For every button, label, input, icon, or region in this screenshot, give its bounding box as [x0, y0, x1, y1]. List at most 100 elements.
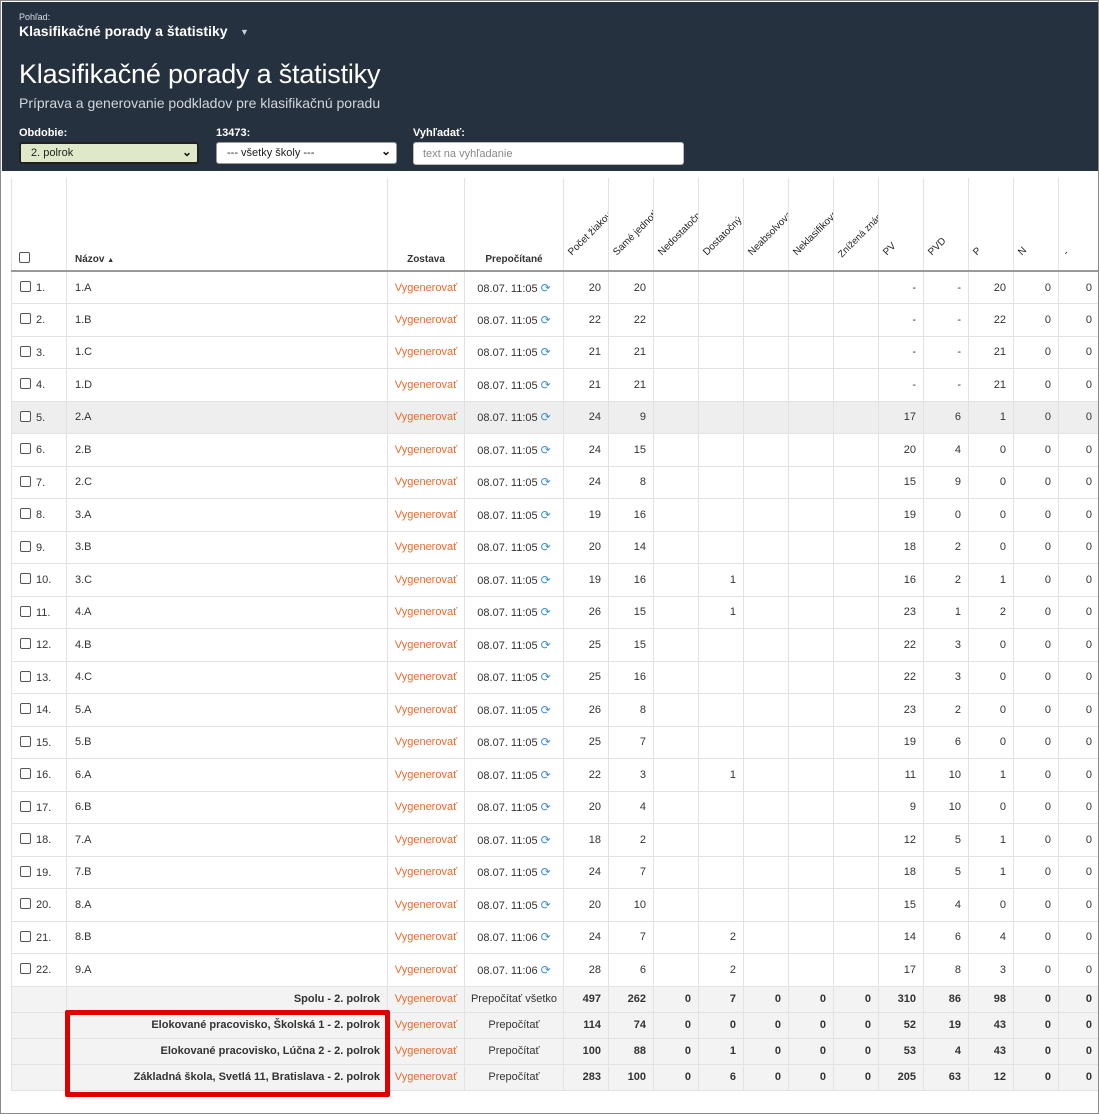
refresh-icon[interactable]: ⟳: [541, 865, 551, 879]
row-select-cell[interactable]: 5.: [11, 400, 67, 434]
table-row[interactable]: 17. 6.B Vygenerovať 08.07. 11:05 ⟳ 20 4 9 10 0 0 0: [11, 790, 1098, 824]
row-select-cell[interactable]: 16.: [11, 758, 67, 792]
row-checkbox[interactable]: [20, 735, 31, 747]
table-row[interactable]: 22. 9.A Vygenerovať 08.07. 11:06 ⟳ 28 6 2 17 8 3 0 0: [11, 953, 1098, 987]
row-checkbox[interactable]: [20, 833, 31, 845]
row-checkbox[interactable]: [20, 313, 31, 325]
table-row[interactable]: 4. 1.D Vygenerovať 08.07. 11:05 ⟳ 21 21- -21 0 0: [11, 368, 1098, 402]
generate-link[interactable]: Vygenerovať: [387, 595, 465, 629]
table-row[interactable]: 16. 6.A Vygenerovať 08.07. 11:05 ⟳ 22 3 1 11 10 1 0…: [11, 758, 1098, 792]
row-select-cell[interactable]: 3.: [11, 335, 67, 369]
row-select-cell[interactable]: 20.: [11, 888, 67, 922]
generate-link[interactable]: Vygenerovať: [387, 498, 465, 532]
refresh-icon[interactable]: ⟳: [541, 573, 551, 587]
refresh-icon[interactable]: ⟳: [541, 345, 551, 359]
generate-link[interactable]: Vygenerovať: [387, 1063, 465, 1091]
row-checkbox[interactable]: [20, 378, 31, 390]
refresh-icon[interactable]: ⟳: [541, 670, 551, 684]
row-select-cell[interactable]: 7.: [11, 465, 67, 499]
table-row[interactable]: 13. 4.C Vygenerovať 08.07. 11:05 ⟳ 25 16 22 3 0 0 0: [11, 660, 1098, 694]
view-switcher[interactable]: Klasifikačné porady a štatistiky: [19, 23, 228, 39]
generate-link[interactable]: Vygenerovať: [387, 920, 465, 954]
row-checkbox[interactable]: [20, 573, 31, 585]
generate-link[interactable]: Vygenerovať: [387, 1037, 465, 1065]
refresh-icon[interactable]: ⟳: [541, 898, 551, 912]
row-checkbox[interactable]: [20, 898, 31, 910]
refresh-icon[interactable]: ⟳: [541, 378, 551, 392]
table-row[interactable]: 11. 4.A Vygenerovať 08.07. 11:05 ⟳ 26 15 1 23 1 2 0…: [11, 595, 1098, 629]
refresh-icon[interactable]: ⟳: [541, 281, 551, 295]
generate-link[interactable]: Vygenerovať: [387, 400, 465, 434]
chevron-down-icon[interactable]: ▼: [240, 27, 249, 37]
row-checkbox[interactable]: [20, 930, 31, 942]
refresh-icon[interactable]: ⟳: [541, 930, 551, 944]
generate-link[interactable]: Vygenerovať: [387, 855, 465, 889]
row-select-cell[interactable]: 2.: [11, 303, 67, 337]
row-select-cell[interactable]: 18.: [11, 823, 67, 857]
row-checkbox[interactable]: [20, 963, 31, 975]
row-checkbox[interactable]: [20, 540, 31, 552]
row-checkbox[interactable]: [20, 865, 31, 877]
refresh-icon[interactable]: ⟳: [541, 703, 551, 717]
select-all-checkbox[interactable]: [19, 252, 30, 263]
row-select-cell[interactable]: 19.: [11, 855, 67, 889]
table-row[interactable]: 21. 8.B Vygenerovať 08.07. 11:06 ⟳ 24 7 2 14 6 4 0 0: [11, 920, 1098, 954]
refresh-icon[interactable]: ⟳: [541, 800, 551, 814]
row-checkbox[interactable]: [20, 508, 31, 520]
refresh-icon[interactable]: ⟳: [541, 833, 551, 847]
table-row[interactable]: 9. 3.B Vygenerovať 08.07. 11:05 ⟳ 20 14 18 2 0 0 0: [11, 530, 1098, 564]
refresh-icon[interactable]: ⟳: [541, 605, 551, 619]
search-input[interactable]: text na vyhľadanie: [413, 142, 684, 165]
refresh-icon[interactable]: ⟳: [541, 508, 551, 522]
row-checkbox[interactable]: [20, 670, 31, 682]
table-row[interactable]: 14. 5.A Vygenerovať 08.07. 11:05 ⟳ 26 8 23 2 0 0 0: [11, 693, 1098, 727]
refresh-icon[interactable]: ⟳: [541, 768, 551, 782]
row-checkbox[interactable]: [20, 475, 31, 487]
generate-link[interactable]: Vygenerovať: [387, 823, 465, 857]
table-row[interactable]: 12. 4.B Vygenerovať 08.07. 11:05 ⟳ 25 15 22 3 0 0 0: [11, 628, 1098, 662]
generate-link[interactable]: Vygenerovať: [387, 530, 465, 564]
row-select-cell[interactable]: 12.: [11, 628, 67, 662]
table-row[interactable]: 5. 2.A Vygenerovať 08.07. 11:05 ⟳ 24 9 17 6 1 0 0: [11, 400, 1098, 434]
refresh-icon[interactable]: ⟳: [541, 638, 551, 652]
generate-link[interactable]: Vygenerovať: [387, 628, 465, 662]
table-row[interactable]: 15. 5.B Vygenerovať 08.07. 11:05 ⟳ 25 7 19 6 0 0 0: [11, 725, 1098, 759]
recalculate-link[interactable]: Prepočítať: [464, 1011, 564, 1039]
generate-link[interactable]: Vygenerovať: [387, 335, 465, 369]
recalculate-link[interactable]: Prepočítať všetko: [464, 985, 564, 1013]
row-checkbox[interactable]: [20, 768, 31, 780]
row-checkbox[interactable]: [20, 345, 31, 357]
row-select-cell[interactable]: 6.: [11, 433, 67, 467]
generate-link[interactable]: Vygenerovať: [387, 985, 465, 1013]
row-checkbox[interactable]: [20, 800, 31, 812]
generate-link[interactable]: Vygenerovať: [387, 433, 465, 467]
generate-link[interactable]: Vygenerovať: [387, 953, 465, 987]
table-row[interactable]: 1. 1.A Vygenerovať 08.07. 11:05 ⟳ 20 20- -20 0 0: [11, 270, 1098, 304]
generate-link[interactable]: Vygenerovať: [387, 303, 465, 337]
row-select-cell[interactable]: 9.: [11, 530, 67, 564]
refresh-icon[interactable]: ⟳: [541, 963, 551, 977]
row-checkbox[interactable]: [20, 605, 31, 617]
row-select-cell[interactable]: 13.: [11, 660, 67, 694]
generate-link[interactable]: Vygenerovať: [387, 465, 465, 499]
refresh-icon[interactable]: ⟳: [541, 313, 551, 327]
table-row[interactable]: 7. 2.C Vygenerovať 08.07. 11:05 ⟳ 24 8 15 9 0 0 0: [11, 465, 1098, 499]
row-select-cell[interactable]: 14.: [11, 693, 67, 727]
row-select-cell[interactable]: 15.: [11, 725, 67, 759]
recalculate-link[interactable]: Prepočítať: [464, 1063, 564, 1091]
row-select-cell[interactable]: 10.: [11, 563, 67, 597]
school-select[interactable]: --- všetky školy --- ⌄: [216, 142, 397, 164]
row-select-cell[interactable]: 22.: [11, 953, 67, 987]
row-select-cell[interactable]: 1.: [11, 270, 67, 304]
select-all-checkbox-cell[interactable]: [11, 178, 67, 272]
table-row[interactable]: 18. 7.A Vygenerovať 08.07. 11:05 ⟳ 18 2 12 5 1 0 0: [11, 823, 1098, 857]
column-header-name[interactable]: Názov ▲: [66, 178, 388, 272]
row-checkbox[interactable]: [20, 410, 31, 422]
row-checkbox[interactable]: [20, 703, 31, 715]
generate-link[interactable]: Vygenerovať: [387, 270, 465, 304]
row-checkbox[interactable]: [20, 281, 31, 292]
table-row[interactable]: 19. 7.B Vygenerovať 08.07. 11:05 ⟳ 24 7 18 5 1 0 0: [11, 855, 1098, 889]
row-checkbox[interactable]: [20, 443, 31, 455]
table-row[interactable]: 8. 3.A Vygenerovať 08.07. 11:05 ⟳ 19 16 19 0 0 0 0: [11, 498, 1098, 532]
recalculate-link[interactable]: Prepočítať: [464, 1037, 564, 1065]
